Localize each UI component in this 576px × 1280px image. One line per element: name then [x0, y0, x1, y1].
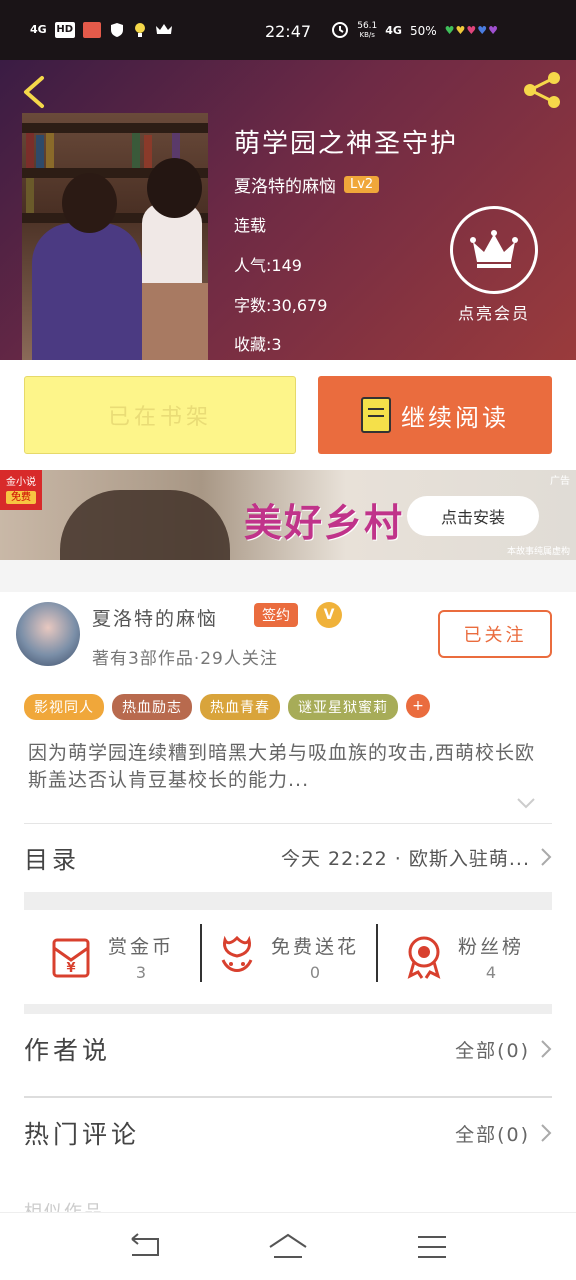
reward-label: 赏金币 — [107, 936, 174, 958]
hearts-icon: ♥ ♥ ♥ ♥ ♥ — [444, 24, 498, 37]
fan-ranking-button[interactable]: 粉丝榜 4 — [376, 912, 552, 1002]
tag[interactable]: 热血励志 — [112, 694, 192, 720]
header-author-name[interactable]: 夏洛特的麻恼 — [234, 172, 336, 197]
tag[interactable]: 热血青春 — [200, 694, 280, 720]
table-of-contents-row[interactable]: 目录 今天 22:22 · 欧斯入驻萌... — [24, 824, 552, 890]
follow-button[interactable]: 已关注 — [438, 610, 552, 658]
book-cover[interactable] — [22, 113, 208, 360]
battery-level: 50% — [409, 23, 437, 38]
in-bookshelf-button[interactable]: 已在书架 — [24, 376, 296, 454]
flower-value: 0 — [309, 963, 321, 982]
continue-reading-button[interactable]: 继续阅读 — [318, 376, 552, 454]
book-header: 萌学园之神圣守护 夏洛特的麻恼 Lv2 连载 人气:149 字数:30,679 … — [0, 60, 576, 360]
net-speed-unit: KB/s — [359, 30, 375, 39]
net-speed: 56.1 — [357, 20, 378, 31]
status-bar: 4G HD 22:47 56.1 KB/s 4G 50% ♥ ♥ ♥ ♥ ♥ — [0, 0, 576, 60]
action-bar: 已在书架 继续阅读 — [0, 360, 576, 470]
share-icon — [524, 72, 560, 108]
back-button[interactable] — [18, 72, 58, 112]
crown-icon — [470, 230, 518, 268]
reward-coin-icon: ¥ — [52, 938, 90, 978]
medal-icon — [407, 936, 441, 979]
signed-badge: 签约 — [254, 603, 298, 627]
vip-button[interactable]: 点亮会员 — [448, 206, 540, 324]
nav-menu-button[interactable] — [412, 1231, 452, 1263]
hot-comments-title: 热门评论 — [24, 1120, 141, 1149]
avatar[interactable] — [16, 602, 80, 666]
tag[interactable]: 影视同人 — [24, 694, 104, 720]
share-button[interactable] — [520, 68, 564, 112]
back-arrow-icon — [24, 76, 44, 108]
more-tags-button[interactable]: + — [406, 694, 430, 718]
author-stats: 著有3部作品·29人关注 — [92, 649, 278, 669]
interaction-stats: ¥ 赏金币 3 免费送花 0 粉丝榜 4 — [24, 912, 552, 1002]
svg-text:¥: ¥ — [66, 961, 75, 976]
book-icon — [361, 397, 391, 433]
ad-tag: 广告 — [550, 476, 570, 487]
home-icon — [269, 1233, 307, 1258]
fan-label: 粉丝榜 — [457, 936, 524, 958]
system-nav-bar — [0, 1212, 576, 1280]
ad-install-button[interactable]: 点击安装 — [407, 496, 539, 536]
toc-title: 目录 — [24, 845, 80, 874]
reward-value: 3 — [135, 963, 147, 982]
favorites-count: 收藏:3 — [234, 335, 282, 354]
chevron-right-icon — [541, 1124, 552, 1142]
author-says-all: 全部(0) — [455, 1039, 530, 1062]
send-flower-button[interactable]: 免费送花 0 — [200, 912, 376, 1002]
reward-coins-button[interactable]: ¥ 赏金币 3 — [24, 912, 200, 1002]
expand-chevron-icon[interactable] — [516, 796, 536, 810]
ad-disclaimer: 本故事纯属虚构 — [506, 547, 570, 557]
popularity: 人气:149 — [234, 256, 302, 275]
continue-reading-label: 继续阅读 — [401, 403, 509, 432]
ad-banner[interactable]: 金小说 免费 美好乡村 点击安装 广告 本故事纯属虚构 — [0, 470, 576, 560]
level-badge: Lv2 — [344, 176, 380, 193]
author-says-title: 作者说 — [24, 1036, 112, 1065]
ad-image — [60, 490, 230, 560]
ad-title: 美好乡村 — [244, 501, 405, 545]
author-says-row[interactable]: 作者说 全部(0) — [24, 1014, 552, 1084]
flower-icon — [221, 935, 253, 972]
chevron-right-icon — [541, 1040, 552, 1058]
hot-comments-all: 全部(0) — [455, 1123, 530, 1146]
book-description[interactable]: 因为萌学园连续糟到暗黑大弟与吸血族的攻击,西萌校长欧斯盖达否认肯豆基校长的能力.… — [28, 740, 552, 794]
fan-value: 4 — [485, 963, 497, 982]
author-name[interactable]: 夏洛特的麻恼 — [92, 604, 218, 631]
nav-back-button[interactable] — [124, 1231, 164, 1263]
latest-chapter: 今天 22:22 · 欧斯入驻萌... — [280, 847, 530, 870]
word-count: 字数:30,679 — [234, 296, 328, 315]
verified-badge-icon: V — [316, 602, 342, 628]
hot-comments-row[interactable]: 热门评论 全部(0) — [24, 1098, 552, 1168]
tag[interactable]: 谜亚星狱蜜莉 — [288, 694, 398, 720]
signal-4g-right-icon: 4G — [385, 24, 402, 37]
alarm-icon — [331, 20, 349, 41]
back-icon — [131, 1233, 159, 1256]
flower-label: 免费送花 — [270, 936, 359, 958]
book-info: 夏洛特的麻恼 签约 V 著有3部作品·29人关注 已关注 影视同人 热血励志 热… — [0, 592, 576, 1223]
chevron-right-icon — [541, 848, 552, 866]
ad-app-logo: 金小说 免费 — [0, 470, 42, 510]
vip-label: 点亮会员 — [457, 304, 530, 323]
menu-icon — [418, 1236, 446, 1258]
serial-status: 连载 — [234, 216, 267, 235]
tag-list: 影视同人 热血励志 热血青春 谜亚星狱蜜莉 + — [24, 694, 430, 720]
nav-home-button[interactable] — [268, 1231, 308, 1263]
book-title: 萌学园之神圣守护 — [234, 129, 459, 159]
